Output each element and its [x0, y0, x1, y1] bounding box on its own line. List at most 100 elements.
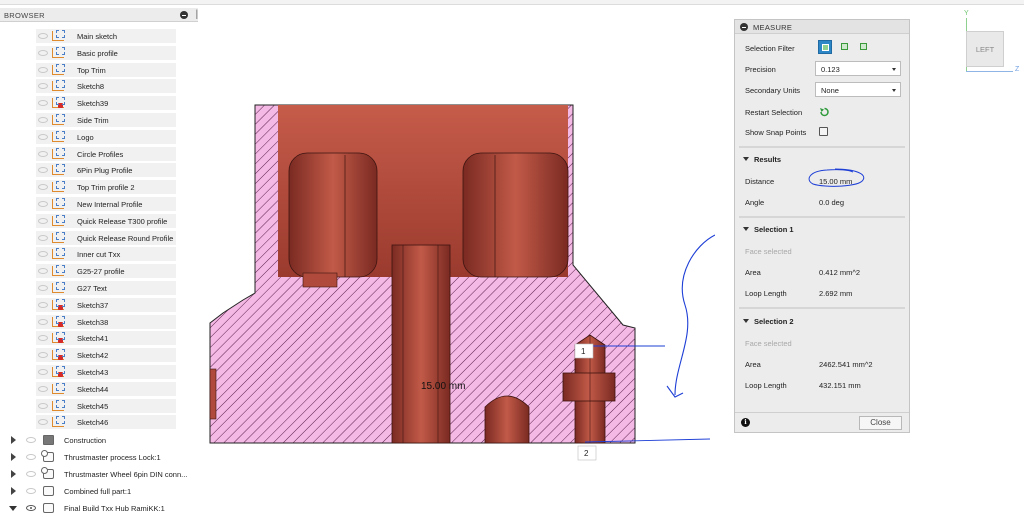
- eye-icon[interactable]: [38, 318, 48, 325]
- snap-points-checkbox[interactable]: [819, 127, 828, 136]
- eye-icon[interactable]: [38, 49, 48, 56]
- chevron-right-icon[interactable]: [11, 436, 16, 444]
- view-cube[interactable]: Y Z LEFT: [955, 10, 1024, 76]
- sketch-item[interactable]: Sketch41: [36, 331, 176, 346]
- divider: [739, 146, 905, 148]
- eye-icon[interactable]: [26, 437, 36, 443]
- eye-icon[interactable]: [26, 454, 36, 460]
- eye-icon[interactable]: [38, 167, 48, 174]
- annotation-circle: [808, 168, 865, 187]
- eye-icon[interactable]: [38, 385, 48, 392]
- measure-title: MEASURE: [753, 23, 793, 32]
- sketch-label: Sketch45: [77, 401, 109, 411]
- eye-icon[interactable]: [38, 83, 48, 90]
- panel-grip-icon[interactable]: ▕: [191, 10, 197, 19]
- eye-icon[interactable]: [38, 301, 48, 308]
- sketch-item[interactable]: Inner cut Txx: [36, 247, 176, 262]
- component-item[interactable]: Thrustmaster Wheel 6pin DIN conn...: [8, 467, 198, 482]
- info-icon[interactable]: i: [741, 418, 750, 427]
- eye-icon[interactable]: [26, 505, 36, 511]
- sketch-icon: [52, 416, 65, 428]
- eye-icon[interactable]: [38, 117, 48, 123]
- sketch-item[interactable]: Sketch39: [36, 96, 176, 111]
- sketch-item[interactable]: G27 Text: [36, 281, 176, 295]
- collapse-icon[interactable]: [740, 23, 748, 31]
- sketch-item[interactable]: G25-27 profile: [36, 264, 176, 279]
- sketch-item[interactable]: New Internal Profile: [36, 197, 176, 211]
- eye-icon[interactable]: [38, 251, 48, 258]
- eye-icon[interactable]: [38, 184, 48, 191]
- sketch-item[interactable]: Sketch38: [36, 314, 176, 329]
- selection2-section-header[interactable]: Selection 2: [735, 313, 909, 331]
- eye-icon[interactable]: [38, 66, 48, 73]
- sketch-item[interactable]: Sketch46: [36, 415, 176, 430]
- eye-icon[interactable]: [38, 150, 48, 157]
- sketch-item[interactable]: Sketch43: [36, 365, 176, 379]
- close-button[interactable]: Close: [859, 416, 902, 430]
- eye-icon[interactable]: [38, 201, 48, 207]
- filter-body-icon[interactable]: [838, 40, 852, 54]
- sketch-item[interactable]: Side Trim: [36, 113, 176, 127]
- sketch-label: G25-27 profile: [77, 267, 125, 277]
- sketch-item[interactable]: Circle Profiles: [36, 146, 176, 161]
- restart-icon[interactable]: [819, 107, 830, 117]
- component-item[interactable]: Combined full part:1: [8, 484, 198, 499]
- sketch-icon: [52, 332, 65, 344]
- cube-face-left[interactable]: LEFT: [966, 31, 1004, 67]
- component-item[interactable]: Final Build Txx Hub RamiKK:1: [8, 501, 198, 516]
- chevron-right-icon[interactable]: [11, 470, 16, 478]
- collapse-icon[interactable]: [180, 11, 188, 19]
- sketch-item[interactable]: Top Trim profile 2: [36, 180, 176, 195]
- sketch-item[interactable]: Top Trim: [36, 62, 176, 77]
- sketch-item[interactable]: Main sketch: [36, 29, 176, 43]
- chevron-right-icon[interactable]: [11, 487, 16, 495]
- sketch-item[interactable]: Quick Release T300 profile: [36, 213, 176, 228]
- eye-icon[interactable]: [38, 352, 48, 359]
- sketch-item[interactable]: Quick Release Round Profile: [36, 230, 176, 245]
- selection2-area-label: Area: [745, 360, 761, 369]
- sketch-icon: [52, 114, 65, 125]
- model-canvas[interactable]: 1 2 15.00 mm: [205, 95, 715, 465]
- sketch-item[interactable]: Sketch37: [36, 297, 176, 312]
- sketch-icon: [52, 46, 65, 58]
- eye-icon[interactable]: [38, 402, 48, 409]
- eye-icon[interactable]: [38, 285, 48, 291]
- sketch-item[interactable]: Sketch42: [36, 348, 176, 363]
- sketch-icon: [52, 366, 65, 377]
- eye-icon[interactable]: [38, 234, 48, 241]
- chevron-down-icon[interactable]: [9, 506, 17, 511]
- sketch-item[interactable]: Sketch8: [36, 79, 176, 94]
- filter-face-icon[interactable]: [818, 40, 832, 54]
- sketch-item[interactable]: Logo: [36, 129, 176, 144]
- secondary-units-select[interactable]: None: [815, 82, 901, 97]
- component-item[interactable]: Construction: [8, 433, 198, 448]
- marker-2: 2: [584, 449, 589, 458]
- sketch-icon: [52, 399, 65, 411]
- filter-component-icon[interactable]: [857, 40, 871, 54]
- distance-label: Distance: [745, 177, 775, 186]
- sketch-item[interactable]: Sketch45: [36, 398, 176, 413]
- sketch-icon: [52, 97, 65, 109]
- eye-icon[interactable]: [38, 268, 48, 275]
- precision-select[interactable]: 0.123: [815, 61, 901, 76]
- eye-icon[interactable]: [26, 488, 36, 494]
- eye-icon[interactable]: [38, 33, 48, 39]
- eye-icon[interactable]: [38, 419, 48, 426]
- sketch-icon: [52, 231, 65, 243]
- eye-icon[interactable]: [38, 133, 48, 140]
- chevron-right-icon[interactable]: [11, 453, 16, 461]
- eye-icon[interactable]: [38, 217, 48, 224]
- sketch-label: Sketch8: [77, 82, 105, 92]
- sketch-item[interactable]: 6Pin Plug Profile: [36, 163, 176, 178]
- eye-icon[interactable]: [26, 471, 36, 477]
- eye-icon[interactable]: [38, 335, 48, 342]
- selection1-section-header[interactable]: Selection 1: [735, 221, 909, 239]
- eye-icon[interactable]: [38, 100, 48, 107]
- eye-icon[interactable]: [38, 369, 48, 375]
- sketch-item[interactable]: Basic profile: [36, 45, 176, 60]
- top-toolbar: [0, 0, 1024, 5]
- sketch-label: Basic profile: [77, 48, 118, 58]
- sketch-item[interactable]: Sketch44: [36, 381, 176, 396]
- component-item[interactable]: Thrustmaster process Lock:1: [8, 450, 198, 465]
- sketch-icon: [52, 30, 65, 41]
